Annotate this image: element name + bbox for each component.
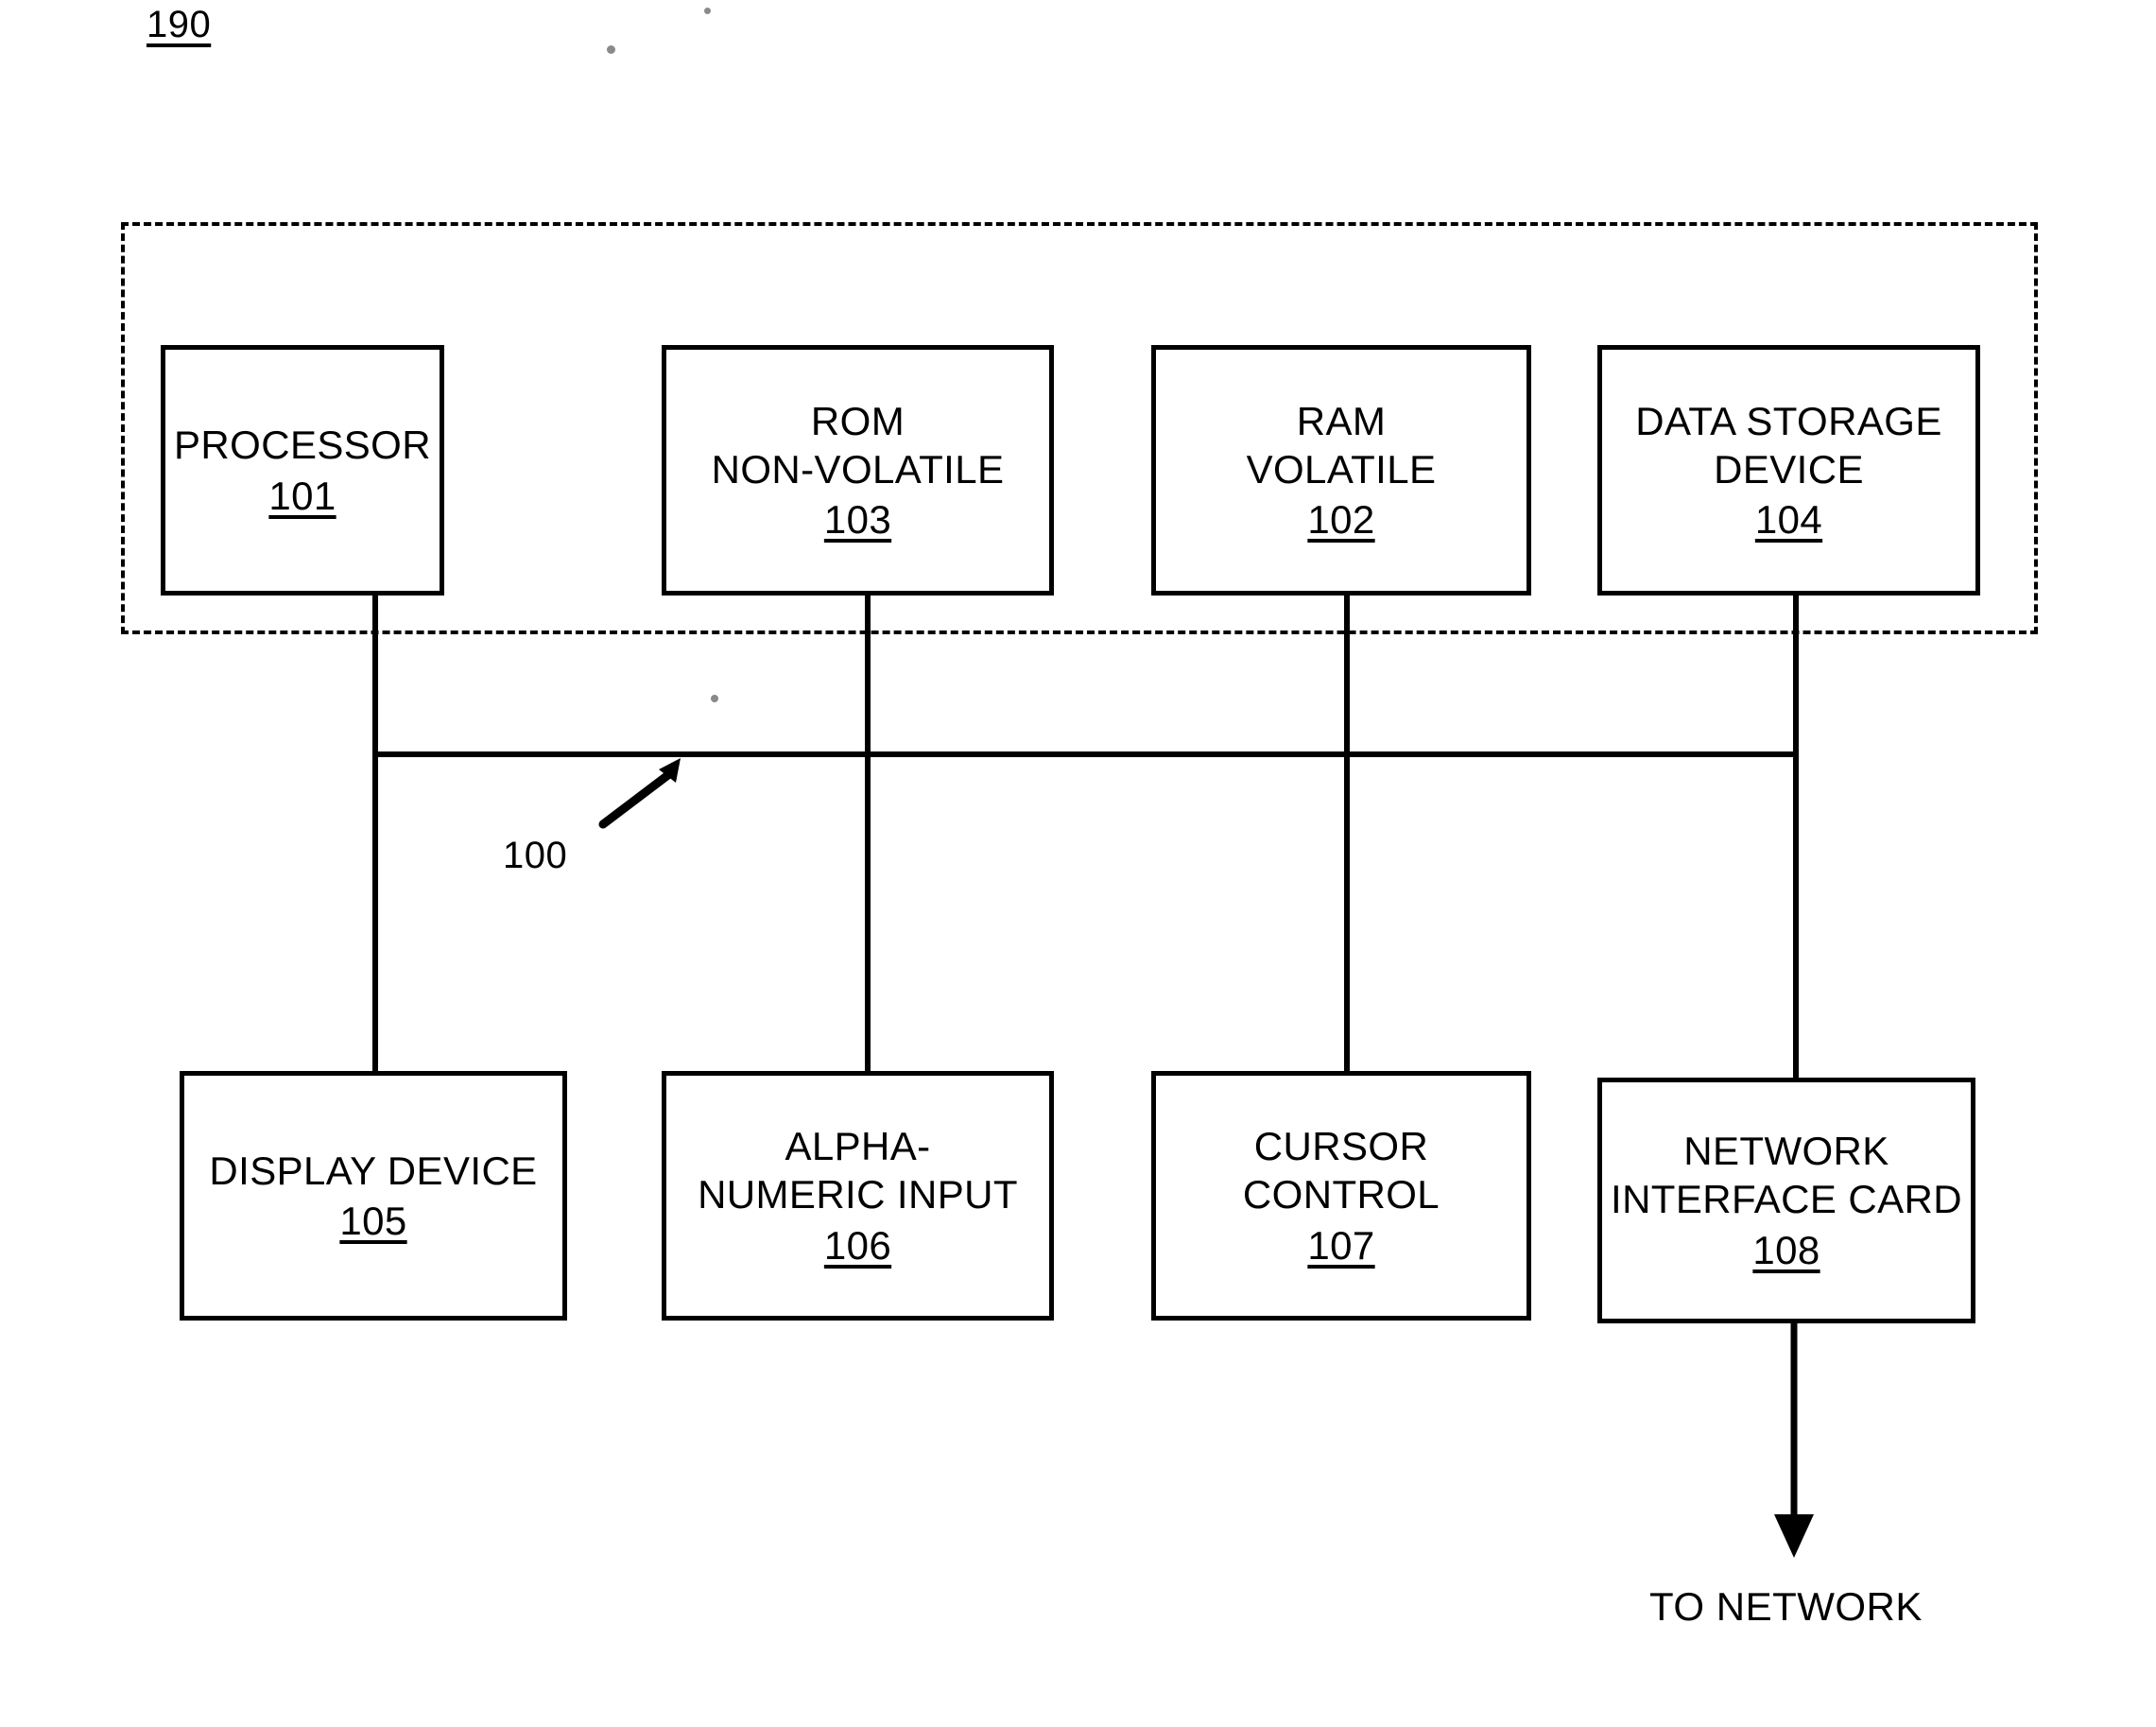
block-display-device[interactable]: DISPLAY DEVICE 105 (180, 1071, 567, 1321)
block-network-interface-card-number: 108 (1752, 1227, 1820, 1272)
scan-speck (704, 8, 711, 14)
bus-connector-processor (372, 594, 378, 1074)
scan-speck (607, 45, 615, 54)
block-cursor-control[interactable]: CURSOR CONTROL 107 (1151, 1071, 1531, 1321)
bus-connector-data-storage (1793, 594, 1799, 1079)
block-rom-non-volatile[interactable]: ROM NON-VOLATILE 103 (662, 345, 1054, 596)
block-cursor-control-number: 107 (1307, 1222, 1375, 1268)
block-alphanumeric-input-number: 106 (823, 1222, 892, 1268)
scan-speck (711, 695, 718, 702)
block-alphanumeric-input[interactable]: ALPHA- NUMERIC INPUT 106 (662, 1071, 1054, 1321)
to-network-arrow (1774, 1320, 1814, 1558)
figure-reference-number: 190 (147, 4, 212, 45)
block-processor[interactable]: PROCESSOR 101 (161, 345, 444, 596)
to-network-label: TO NETWORK (1649, 1584, 1923, 1629)
block-data-storage-title: DATA STORAGE DEVICE (1635, 398, 1942, 492)
block-data-storage-device[interactable]: DATA STORAGE DEVICE 104 (1597, 345, 1980, 596)
block-ram-title: RAM VOLATILE (1246, 398, 1437, 492)
bus-callout-leader (598, 758, 681, 829)
block-network-interface-card[interactable]: NETWORK INTERFACE CARD 108 (1597, 1078, 1975, 1323)
block-processor-title: PROCESSOR (174, 423, 431, 468)
figure-canvas: 190 100 PROCESSOR 101 ROM NON-VOLATILE 1… (0, 0, 2156, 1727)
bus-connector-rom (865, 594, 871, 1074)
block-rom-number: 103 (823, 497, 892, 543)
block-display-device-title: DISPLAY DEVICE (209, 1148, 538, 1193)
block-display-device-number: 105 (339, 1199, 407, 1243)
block-data-storage-number: 104 (1754, 497, 1823, 543)
block-ram-volatile[interactable]: RAM VOLATILE 102 (1151, 345, 1531, 596)
block-network-interface-card-title: NETWORK INTERFACE CARD (1611, 1129, 1962, 1222)
block-alphanumeric-input-title: ALPHA- NUMERIC INPUT (698, 1124, 1018, 1218)
block-processor-number: 101 (268, 473, 336, 518)
bus-callout-label: 100 (503, 835, 568, 876)
bus-connector-ram (1344, 594, 1350, 1074)
block-cursor-control-title: CURSOR CONTROL (1242, 1124, 1440, 1218)
block-rom-title: ROM NON-VOLATILE (711, 398, 1005, 492)
block-ram-number: 102 (1307, 497, 1375, 543)
